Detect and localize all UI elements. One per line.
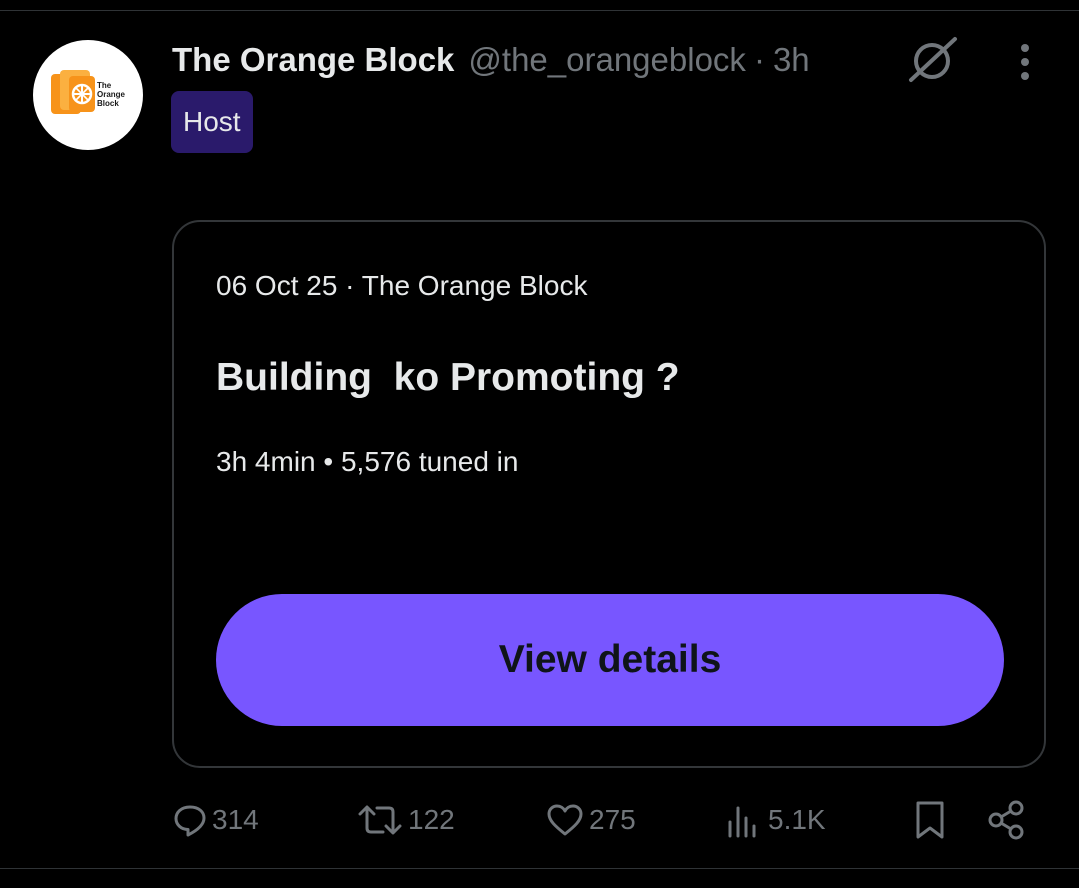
reply-count: 314 — [212, 804, 259, 835]
svg-text:Block: Block — [97, 99, 119, 108]
avatar[interactable]: The Orange Block — [33, 40, 143, 150]
svg-text:The: The — [97, 81, 112, 90]
reply-action[interactable]: 314 — [172, 795, 259, 845]
views-icon — [728, 806, 756, 838]
space-title: Building ko Promoting ? — [216, 356, 680, 399]
like-count: 275 — [589, 804, 636, 835]
post-timestamp[interactable]: 3h — [773, 41, 810, 79]
views-action[interactable]: 5.1K — [724, 795, 826, 845]
like-action[interactable]: 275 — [545, 795, 636, 845]
bookmark-action[interactable] — [910, 795, 950, 845]
bottom-divider — [0, 868, 1079, 869]
orange-block-logo: The Orange Block — [51, 70, 126, 114]
spaces-muted-icon[interactable] — [903, 34, 961, 86]
bookmark-icon — [916, 801, 944, 839]
share-action[interactable] — [985, 795, 1027, 845]
top-divider — [0, 10, 1079, 11]
repost-action[interactable]: 122 — [356, 795, 455, 845]
space-stats: 3h 4min • 5,576 tuned in — [216, 446, 519, 477]
author-display-name[interactable]: The Orange Block — [172, 41, 454, 79]
more-icon[interactable] — [1009, 42, 1041, 82]
header-separator: · — [753, 41, 765, 78]
post-header: The Orange Block @the_orangeblock · 3h — [172, 38, 810, 82]
views-count: 5.1K — [768, 804, 826, 835]
svg-text:Orange: Orange — [97, 90, 126, 99]
like-icon — [547, 804, 583, 836]
repost-icon — [358, 805, 402, 835]
share-icon — [988, 800, 1024, 840]
space-meta: 06 Oct 25 · The Orange Block — [216, 270, 588, 301]
repost-count: 122 — [408, 804, 455, 835]
author-handle[interactable]: @the_orangeblock — [468, 41, 746, 79]
space-card[interactable]: 06 Oct 25 · The Orange Block Building ko… — [172, 220, 1046, 768]
host-badge: Host — [171, 91, 253, 153]
reply-icon — [174, 805, 206, 837]
view-details-button[interactable]: View details — [216, 594, 1004, 726]
